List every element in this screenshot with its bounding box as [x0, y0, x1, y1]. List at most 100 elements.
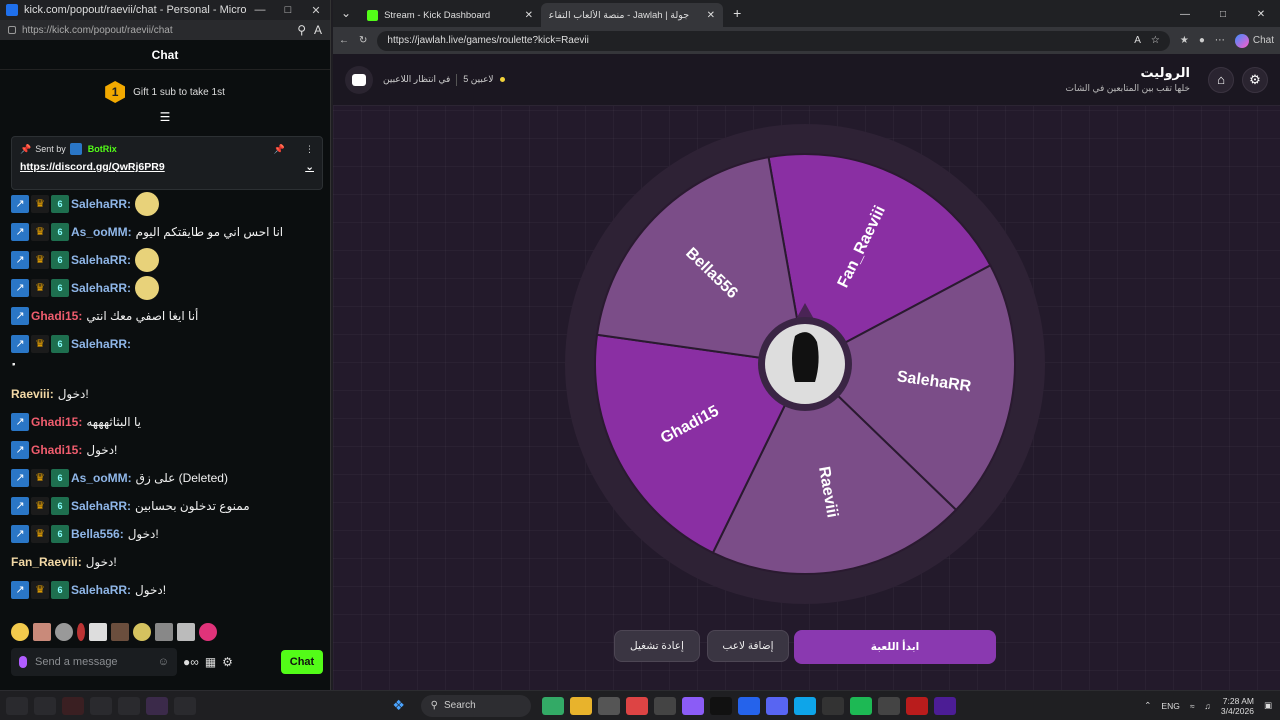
taskbar-app-icon[interactable]	[737, 696, 760, 715]
taskbar-app-icon[interactable]	[877, 696, 900, 715]
taskbar-app-icon[interactable]	[681, 696, 704, 715]
start-icon[interactable]: ❖	[388, 697, 410, 715]
refresh-icon[interactable]: ↻	[359, 35, 367, 46]
profile-icon[interactable]: ●	[1199, 35, 1205, 46]
chat-username[interactable]: SalehaRR:	[71, 196, 131, 212]
jawlah-logo-icon[interactable]	[345, 65, 373, 94]
mic-icon[interactable]	[19, 656, 27, 668]
chrome-icon[interactable]	[625, 696, 648, 715]
clock[interactable]: 7:28 AM 3/4/2026	[1221, 696, 1254, 716]
copilot-button[interactable]: Chat	[1234, 33, 1274, 48]
close-button[interactable]: ✕	[302, 4, 330, 17]
pinned-app-icon[interactable]	[118, 696, 140, 715]
pinned-link[interactable]: https://discord.gg/QwRj6PR9	[20, 161, 165, 173]
verified-icon: ↗	[11, 469, 29, 487]
tab-kick-dashboard[interactable]: Stream - Kick Dashboard ✕	[359, 3, 541, 27]
new-tab-button[interactable]: +	[723, 5, 751, 27]
chat-username[interactable]: Bella556:	[71, 526, 124, 542]
roulette-wheel[interactable]: Fan_RaeviiiSalehaRRRaeviiiGhadi15Bella55…	[333, 106, 1280, 626]
volume-icon[interactable]: ♫	[1205, 701, 1211, 711]
more-options-icon[interactable]: ⋮	[305, 144, 314, 155]
start-game-button[interactable]: ابدأ اللعبة	[794, 630, 996, 664]
pinned-app-icon[interactable]	[6, 696, 28, 715]
filter-icon[interactable]: ☰	[0, 110, 330, 126]
tab-close-icon[interactable]: ✕	[525, 10, 533, 21]
taskbar-app-icon[interactable]	[821, 696, 844, 715]
read-aloud-icon[interactable]: A	[314, 23, 322, 37]
chat-username[interactable]: SalehaRR:	[71, 582, 131, 598]
chat-username[interactable]: SalehaRR:	[71, 280, 131, 296]
add-player-button[interactable]: إضافة لاعب	[707, 630, 789, 662]
points-icon[interactable]: ●∞	[183, 655, 199, 669]
pinned-app-icon[interactable]	[34, 696, 56, 715]
spotify-icon[interactable]	[849, 696, 872, 715]
pinned-app-icon[interactable]	[62, 696, 84, 715]
send-chat-button[interactable]: Chat	[281, 650, 323, 674]
minimize-button[interactable]: —	[246, 4, 274, 16]
emote-icon[interactable]	[155, 623, 173, 641]
emote-icon[interactable]	[111, 623, 129, 641]
edge-icon[interactable]	[793, 696, 816, 715]
chevron-down-icon[interactable]: ⌄	[305, 161, 314, 173]
maximize-button[interactable]: □	[274, 4, 302, 16]
settings-icon[interactable]: ⚙	[222, 655, 233, 669]
tiktok-icon[interactable]	[709, 696, 732, 715]
back-icon[interactable]: ←	[339, 35, 349, 46]
read-aloud-icon[interactable]: A	[1134, 35, 1141, 46]
menu-icon[interactable]: ⋯	[1215, 35, 1225, 46]
sub-badge-icon: 6	[51, 497, 69, 515]
wifi-icon[interactable]: ≈	[1190, 701, 1195, 711]
emote-icon[interactable]	[11, 623, 29, 641]
emote-icon[interactable]	[55, 623, 73, 641]
language-indicator[interactable]: ENG	[1161, 701, 1179, 711]
notification-icon[interactable]: ▣	[1264, 700, 1272, 711]
chat-username[interactable]: SalehaRR:	[71, 336, 131, 352]
settings-button[interactable]: ⚙	[1242, 66, 1268, 93]
emote-icon[interactable]	[89, 623, 107, 641]
file-explorer-icon[interactable]	[569, 696, 592, 715]
tab-close-icon[interactable]: ✕	[707, 10, 715, 21]
chat-username[interactable]: As_ooMM:	[71, 224, 132, 240]
taskbar-app-icon[interactable]	[597, 696, 620, 715]
taskbar-search[interactable]: ⚲ Search	[420, 694, 531, 717]
tray-chevron-icon[interactable]: ⌃	[1144, 700, 1151, 711]
chat-username[interactable]: Ghadi15:	[31, 442, 82, 458]
taskbar-app-icon[interactable]	[653, 696, 676, 715]
chat-username[interactable]: Ghadi15:	[31, 414, 82, 430]
unpin-icon[interactable]: 📌	[274, 144, 285, 155]
emote-icon[interactable]	[77, 623, 85, 641]
chat-username[interactable]: Raeviii:	[11, 386, 54, 402]
emote-icon[interactable]	[33, 623, 51, 641]
tab-jawlah[interactable]: جولة | Jawlah - منصة الألعاب التفاعلية ✕	[541, 3, 724, 27]
store-icon[interactable]: ▦	[205, 655, 216, 669]
taskbar-app-icon[interactable]	[933, 696, 956, 715]
tab-actions-icon[interactable]: ⌄	[333, 6, 359, 27]
chat-username[interactable]: As_ooMM:	[71, 470, 132, 486]
chat-username[interactable]: SalehaRR:	[71, 252, 131, 268]
taskbar-app-icon[interactable]	[541, 696, 564, 715]
pinned-app-icon[interactable]	[174, 696, 196, 715]
home-button[interactable]: ⌂	[1208, 66, 1234, 93]
emoji-icon[interactable]: ☺	[158, 656, 169, 668]
emote-icon[interactable]	[199, 623, 217, 641]
taskbar-app-icon[interactable]	[905, 696, 928, 715]
pinned-app-icon[interactable]	[90, 696, 112, 715]
zoom-icon[interactable]: ⚲	[297, 23, 306, 37]
chat-username[interactable]: SalehaRR:	[71, 498, 131, 514]
address-bar[interactable]: https://jawlah.live/games/roulette?kick=…	[377, 30, 1170, 51]
emote-icon[interactable]	[133, 623, 151, 641]
gift-banner[interactable]: 1 Gift 1 sub to take 1st	[0, 74, 330, 110]
discord-icon[interactable]	[765, 696, 788, 715]
collections-icon[interactable]: ★	[1180, 35, 1189, 46]
maximize-button[interactable]: □	[1204, 9, 1242, 27]
chat-username[interactable]: Ghadi15:	[31, 308, 82, 324]
minimize-button[interactable]: —	[1166, 9, 1204, 27]
favorite-icon[interactable]: ☆	[1151, 35, 1160, 46]
emote-icon[interactable]	[177, 623, 195, 641]
message-input[interactable]: Send a message ☺	[11, 648, 177, 676]
kick-address-bar[interactable]: https://kick.com/popout/raevii/chat ⚲ A	[0, 20, 330, 40]
restart-button[interactable]: إعادة تشغيل	[614, 630, 700, 662]
close-button[interactable]: ✕	[1242, 9, 1280, 27]
chat-username[interactable]: Fan_Raeviii:	[11, 554, 82, 570]
pinned-app-icon[interactable]	[146, 696, 168, 715]
